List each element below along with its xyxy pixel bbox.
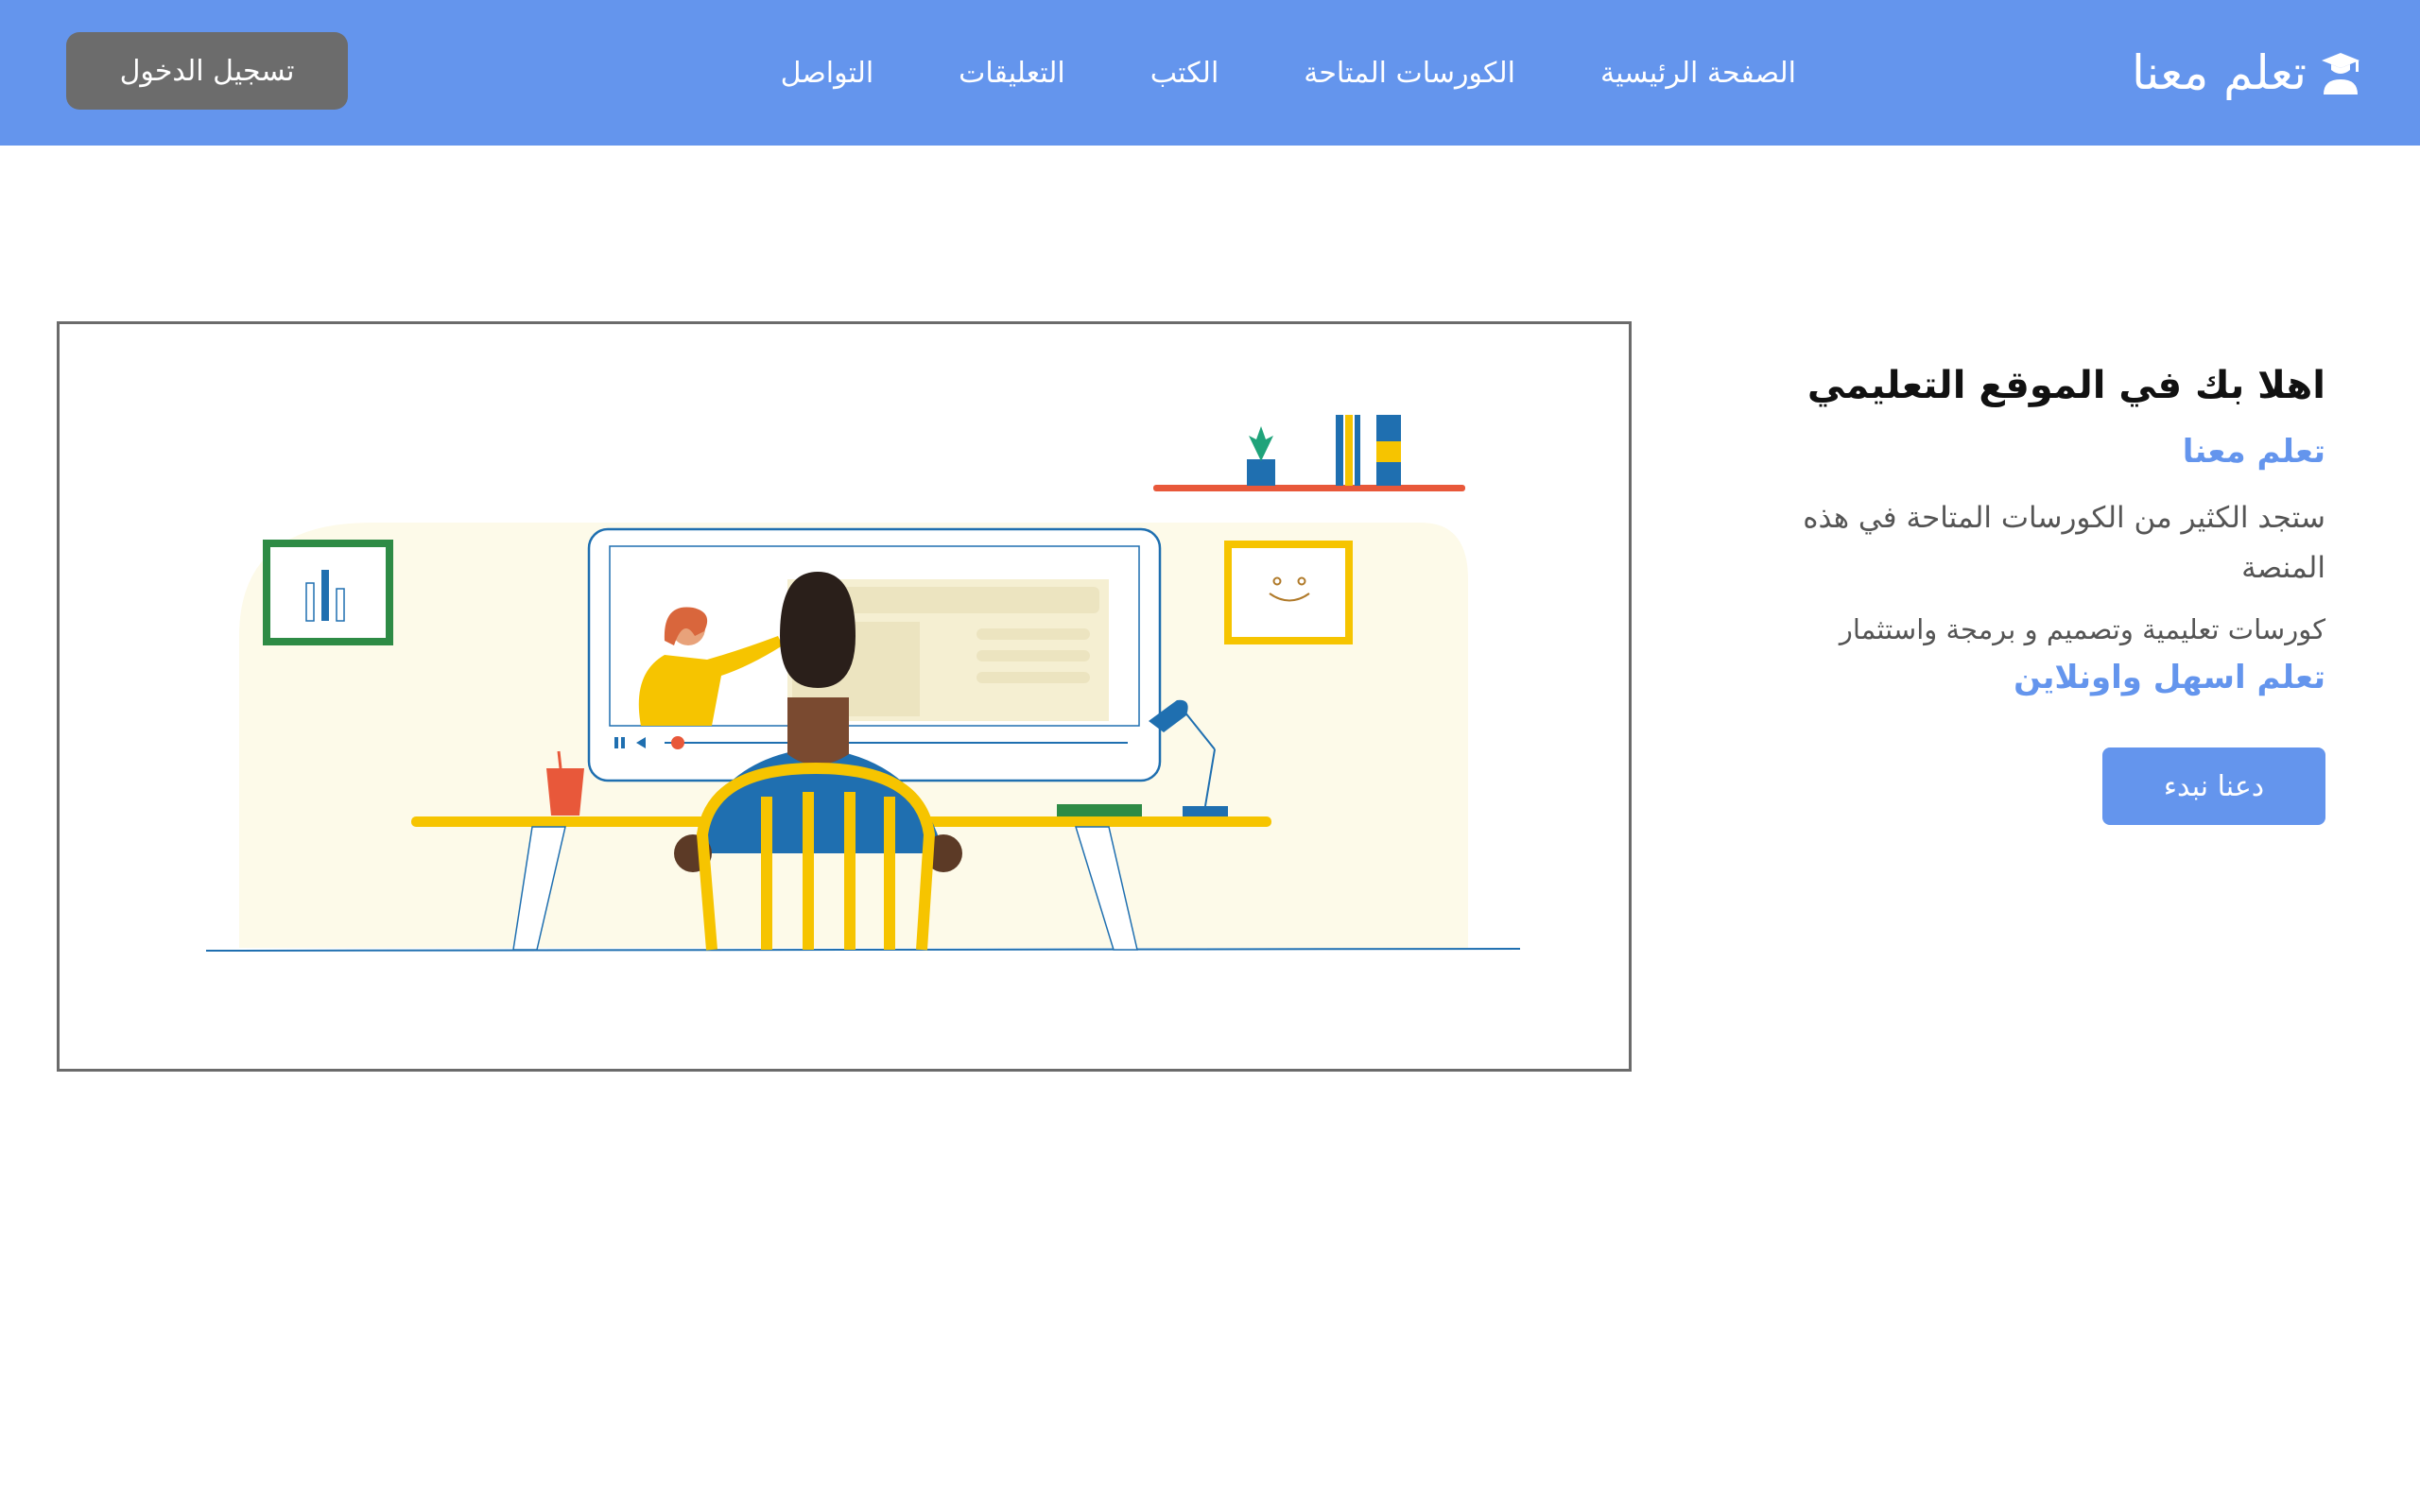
nav-link-books[interactable]: الكتب <box>1150 57 1219 90</box>
online-learning-illustration <box>205 415 1521 952</box>
graduate-user-icon <box>2318 50 2363 95</box>
nav-item-comments: التعليقات <box>959 57 1065 90</box>
hero-title: اهلا بك في الموقع التعليمي <box>1806 364 2325 407</box>
hero-description-2: كورسات تعليمية وتصميم و برمجة واستثمار <box>1839 613 2325 646</box>
start-button[interactable]: دعنا نبدء <box>2102 747 2325 826</box>
nav-link-contact[interactable]: التواصل <box>781 57 874 90</box>
hero-illustration <box>57 321 1632 1072</box>
nav-link-home[interactable]: الصفحة الرئيسية <box>1600 57 1796 90</box>
nav-link-courses[interactable]: الكورسات المتاحة <box>1304 57 1515 90</box>
nav-item-contact: التواصل <box>781 57 874 90</box>
nav-links: الصفحة الرئيسية الكورسات المتاحة الكتب ا… <box>781 0 1796 146</box>
nav-item-books: الكتب <box>1150 57 1219 90</box>
nav-link-comments[interactable]: التعليقات <box>959 57 1065 90</box>
login-button[interactable]: تسجيل الدخول <box>66 32 348 110</box>
hero-text: اهلا بك في الموقع التعليمي تعلم معنا ستج… <box>1720 359 2325 826</box>
hero-tagline: تعلم اسهل واونلاين <box>2014 659 2325 697</box>
hero-subtitle: تعلم معنا <box>2182 433 2325 471</box>
nav-item-home: الصفحة الرئيسية <box>1600 57 1796 90</box>
brand-link[interactable]: تعلم معنا <box>2132 0 2363 146</box>
nav-item-courses: الكورسات المتاحة <box>1304 57 1515 90</box>
brand-text: تعلم معنا <box>2132 45 2307 100</box>
navbar: تعلم معنا الصفحة الرئيسية الكورسات المتا… <box>0 0 2420 146</box>
hero-description: ستجد الكثير من الكورسات المتاحة في هذه ا… <box>1803 501 2325 585</box>
